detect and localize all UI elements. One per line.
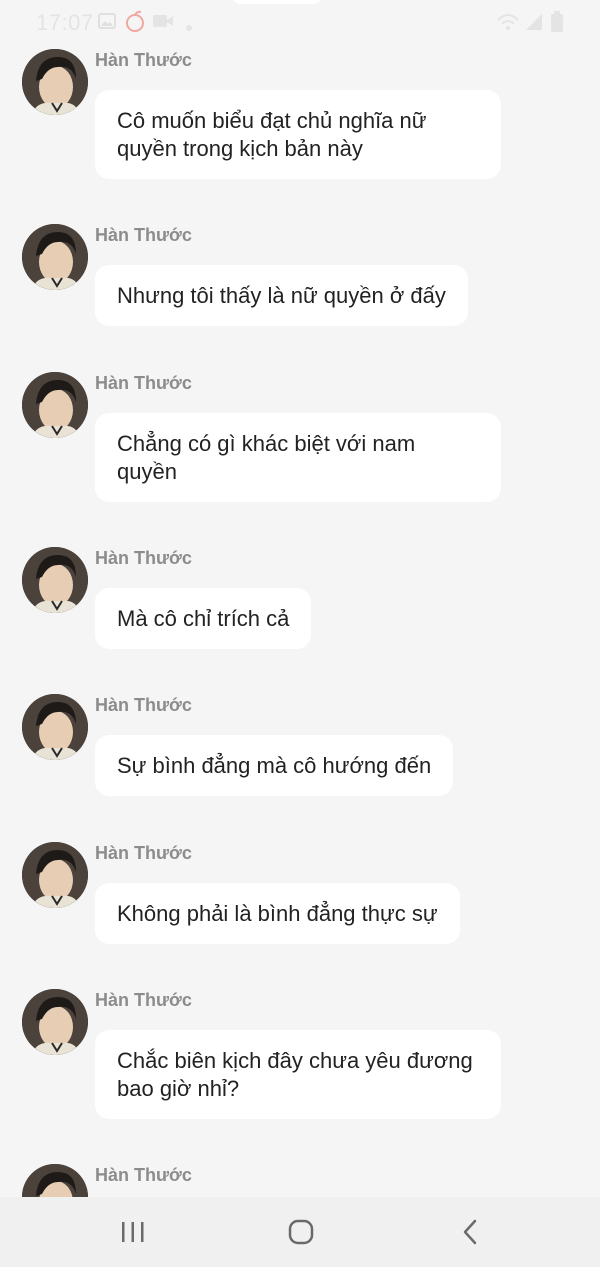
avatar-image bbox=[22, 842, 88, 908]
avatar[interactable] bbox=[22, 372, 88, 438]
avatar-image bbox=[22, 547, 88, 613]
avatar[interactable] bbox=[22, 694, 88, 760]
battery-icon bbox=[550, 11, 564, 38]
avatar-image bbox=[22, 372, 88, 438]
home-icon bbox=[288, 1219, 314, 1245]
message-bubble[interactable]: Sự bình đẳng mà cô hướng đến bbox=[95, 735, 454, 796]
message-bubble[interactable]: Mà cô chỉ trích cả bbox=[95, 588, 312, 649]
sender-name: Hàn Thước bbox=[95, 225, 192, 245]
avatar-image bbox=[22, 989, 88, 1055]
chat-screen: 17:07 Hàn Thước Cô muốn biểu đạt chủ ngh… bbox=[0, 0, 600, 1267]
video-icon bbox=[152, 12, 174, 35]
avatar[interactable] bbox=[22, 49, 88, 115]
sender-name: Hàn Thước bbox=[95, 843, 192, 863]
sender-name: Hàn Thước bbox=[95, 50, 192, 70]
avatar[interactable] bbox=[22, 989, 88, 1055]
avatar-image bbox=[22, 49, 88, 115]
avatar[interactable] bbox=[22, 224, 88, 290]
message-bubble[interactable]: Chẳng có gì khác biệt với nam quyền bbox=[95, 413, 501, 502]
sender-name: Hàn Thước bbox=[95, 373, 192, 393]
wifi-icon bbox=[496, 12, 520, 37]
status-time: 17:07 bbox=[36, 10, 94, 35]
home-button[interactable] bbox=[281, 1215, 321, 1249]
gallery-icon bbox=[98, 12, 116, 35]
fruit-icon bbox=[124, 10, 146, 37]
status-bar: 17:07 bbox=[0, 0, 600, 44]
sender-name: Hàn Thước bbox=[95, 548, 192, 568]
avatar-image bbox=[22, 224, 88, 290]
avatar-image bbox=[22, 694, 88, 760]
recent-apps-icon bbox=[122, 1222, 144, 1242]
avatar[interactable] bbox=[22, 547, 88, 613]
avatar[interactable] bbox=[22, 842, 88, 908]
sender-name: Hàn Thước bbox=[95, 1165, 192, 1185]
back-button[interactable] bbox=[450, 1215, 490, 1249]
dot-icon bbox=[186, 18, 192, 36]
message-bubble[interactable]: Không phải là bình đẳng thực sự bbox=[95, 883, 460, 944]
message-bubble[interactable]: Cô muốn biểu đạt chủ nghĩa nữ quyền tron… bbox=[95, 90, 501, 179]
sender-name: Hàn Thước bbox=[95, 695, 192, 715]
message-bubble[interactable]: Nhưng tôi thấy là nữ quyền ở đấy bbox=[95, 265, 468, 326]
sender-name: Hàn Thước bbox=[95, 990, 192, 1010]
message-bubble[interactable]: Chắc biên kịch đây chưa yêu đương bao gi… bbox=[95, 1030, 501, 1119]
signal-icon bbox=[524, 12, 544, 37]
navigation-bar bbox=[0, 1197, 600, 1267]
recent-apps-button[interactable] bbox=[113, 1215, 153, 1249]
back-icon bbox=[463, 1219, 477, 1245]
